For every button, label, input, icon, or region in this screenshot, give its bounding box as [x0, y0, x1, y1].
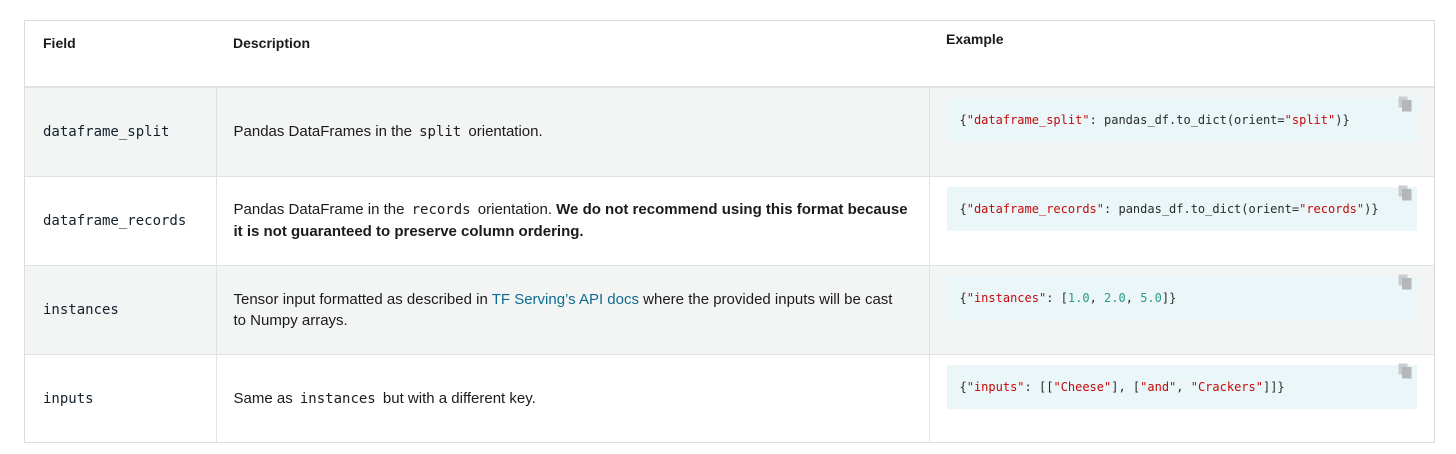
field-cell: dataframe_split: [25, 87, 216, 176]
description-text: orientation.: [473, 201, 557, 218]
description-text: Tensor input formatted as described in: [233, 290, 492, 308]
description-text: Same as: [233, 389, 297, 407]
fields-table: Field Description Example dataframe_spli…: [25, 21, 1434, 443]
field-name: dataframe_split: [43, 123, 170, 140]
code-string: "Crackers": [1190, 379, 1263, 394]
example-cell: {"inputs": [["Cheese"], ["and", "Cracker…: [928, 353, 1434, 443]
header-example: Example: [929, 21, 1434, 88]
fields-table-container: Field Description Example dataframe_spli…: [24, 20, 1435, 443]
code-string: "split": [1284, 113, 1336, 127]
code-text: ]}: [1161, 290, 1177, 305]
description-text: orientation.: [464, 122, 543, 140]
code-block: {"inputs": [["Cheese"], ["and", "Cracker…: [946, 363, 1417, 409]
description-text: Pandas DataFrame in the: [233, 201, 409, 218]
field-cell: instances: [25, 264, 216, 354]
header-description: Description: [216, 21, 929, 88]
code-text: : [: [1046, 290, 1068, 305]
copy-icon[interactable]: [1398, 96, 1412, 112]
field-cell: dataframe_records: [25, 175, 216, 265]
example-cell: {"dataframe_split": pandas_df.to_dict(or…: [928, 87, 1434, 176]
description-text: but with a different key.: [378, 389, 536, 407]
description-cell: Pandas DataFrames in the split orientati…: [215, 87, 929, 176]
code-text: : pandas_df.to_dict(orient=: [1089, 113, 1285, 127]
code-text: : [[: [1024, 379, 1054, 394]
table-row: instances Tensor input formatted as desc…: [25, 264, 1434, 354]
code-string: "Cheese": [1053, 379, 1112, 394]
example-cell: {"dataframe_records": pandas_df.to_dict(…: [928, 175, 1434, 265]
code-text: )}: [1364, 201, 1379, 216]
copy-icon[interactable]: [1398, 185, 1412, 201]
table-row: dataframe_records Pandas DataFrame in th…: [25, 175, 1434, 265]
code-block: {"dataframe_records": pandas_df.to_dict(…: [946, 185, 1417, 231]
code-key: "inputs": [966, 379, 1025, 394]
description-cell: Same as instances but with a different k…: [215, 353, 929, 443]
description-cell: Tensor input formatted as described in T…: [215, 264, 929, 354]
code-number: 1.0: [1067, 290, 1090, 305]
copy-icon[interactable]: [1398, 274, 1412, 290]
table-row: inputs Same as instances but with a diff…: [25, 353, 1434, 443]
code-number: 5.0: [1140, 290, 1162, 305]
field-name: inputs: [43, 390, 94, 407]
description-cell: Pandas DataFrame in the records orientat…: [215, 175, 929, 265]
table-row: dataframe_split Pandas DataFrames in the…: [25, 87, 1434, 176]
table-header-row: Field Description Example: [25, 21, 1434, 88]
field-name: dataframe_records: [43, 212, 187, 229]
field-cell: inputs: [25, 353, 216, 443]
example-cell: {"instances": [1.0, 2.0, 5.0]}: [928, 264, 1434, 354]
code-block: {"instances": [1.0, 2.0, 5.0]}: [946, 274, 1417, 320]
code-text: : pandas_df.to_dict(orient=: [1104, 201, 1300, 216]
code-string: "and": [1140, 379, 1177, 394]
tf-serving-docs-link[interactable]: TF Serving’s API docs: [492, 291, 639, 308]
code-key: "instances": [966, 290, 1047, 305]
code-block: {"dataframe_split": pandas_df.to_dict(or…: [946, 96, 1417, 142]
code-text: ], [: [1111, 379, 1141, 394]
inline-code: records: [411, 202, 471, 218]
code-key: "dataframe_split": [966, 113, 1090, 127]
description-text: Pandas DataFrames in the: [233, 122, 417, 140]
field-name: instances: [43, 301, 119, 318]
code-number: 2.0: [1104, 290, 1126, 305]
code-key: "dataframe_records": [966, 201, 1105, 216]
inline-code: instances: [299, 390, 376, 407]
code-text: ]]}: [1262, 379, 1285, 394]
code-string: "records": [1299, 201, 1365, 216]
copy-icon[interactable]: [1398, 363, 1412, 379]
header-field: Field: [25, 21, 216, 88]
code-text: )}: [1335, 113, 1350, 127]
inline-code: split: [419, 123, 462, 140]
